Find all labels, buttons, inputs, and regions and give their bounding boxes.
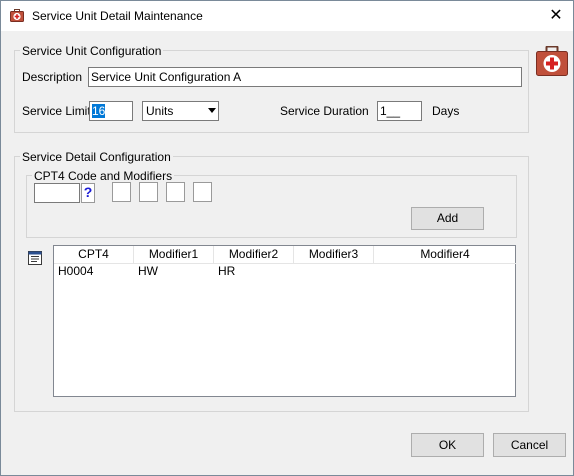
question-icon: ? [83,184,93,200]
chevron-down-icon [208,108,216,113]
unit-select[interactable]: Units [142,101,219,121]
modifier1-input[interactable] [112,182,131,202]
cpt-legend: CPT4 Code and Modifiers [32,169,175,183]
unit-select-value: Units [146,104,174,118]
cell-modifier2: HR [218,264,236,278]
service-unit-legend: Service Unit Configuration [20,44,164,58]
cancel-button-label: Cancel [510,438,549,452]
notes-icon[interactable] [28,251,42,265]
add-button-label: Add [436,211,459,225]
modifier3-input[interactable] [166,182,185,202]
cpt4-lookup-button[interactable]: ? [81,183,95,203]
service-limit-value: 16 [92,104,106,118]
title-bar: Service Unit Detail Maintenance ✕ [1,1,573,31]
service-duration-label: Service Duration [280,104,369,118]
column-header-cpt4[interactable]: CPT4 [54,246,134,263]
service-detail-legend: Service Detail Configuration [20,150,173,164]
column-header-modifier1[interactable]: Modifier1 [134,246,214,263]
ok-button-label: OK [438,438,457,452]
dialog-window: Service Unit Detail Maintenance ✕ Servic… [0,0,574,476]
column-header-modifier4[interactable]: Modifier4 [374,246,516,263]
cpt4-code-input[interactable] [34,183,80,203]
modifier2-input[interactable] [139,182,158,202]
grid-header: CPT4 Modifier1 Modifier2 Modifier3 Modif… [54,246,516,264]
duration-unit-label: Days [432,104,460,118]
modifier4-input[interactable] [193,182,212,202]
cancel-button[interactable]: Cancel [493,433,566,457]
description-label: Description [22,70,83,84]
column-header-modifier3[interactable]: Modifier3 [294,246,374,263]
service-limit-field[interactable]: 16 [89,101,133,121]
medical-kit-icon [536,46,568,76]
table-row[interactable]: H0004 HW HR [54,264,514,280]
column-header-modifier2[interactable]: Modifier2 [214,246,294,263]
cpt-grid[interactable]: CPT4 Modifier1 Modifier2 Modifier3 Modif… [53,245,516,397]
close-icon: ✕ [549,7,563,24]
service-limit-label: Service Limit [22,104,91,118]
description-field[interactable]: Service Unit Configuration A [88,67,522,87]
cell-cpt4: H0004 [58,264,94,278]
medical-kit-icon [10,9,24,22]
cell-modifier1: HW [138,264,158,278]
add-button[interactable]: Add [411,207,484,230]
window-title: Service Unit Detail Maintenance [32,9,203,23]
close-button[interactable]: ✕ [539,1,573,31]
service-duration-field[interactable]: 1__ [377,101,422,121]
ok-button[interactable]: OK [411,433,484,457]
